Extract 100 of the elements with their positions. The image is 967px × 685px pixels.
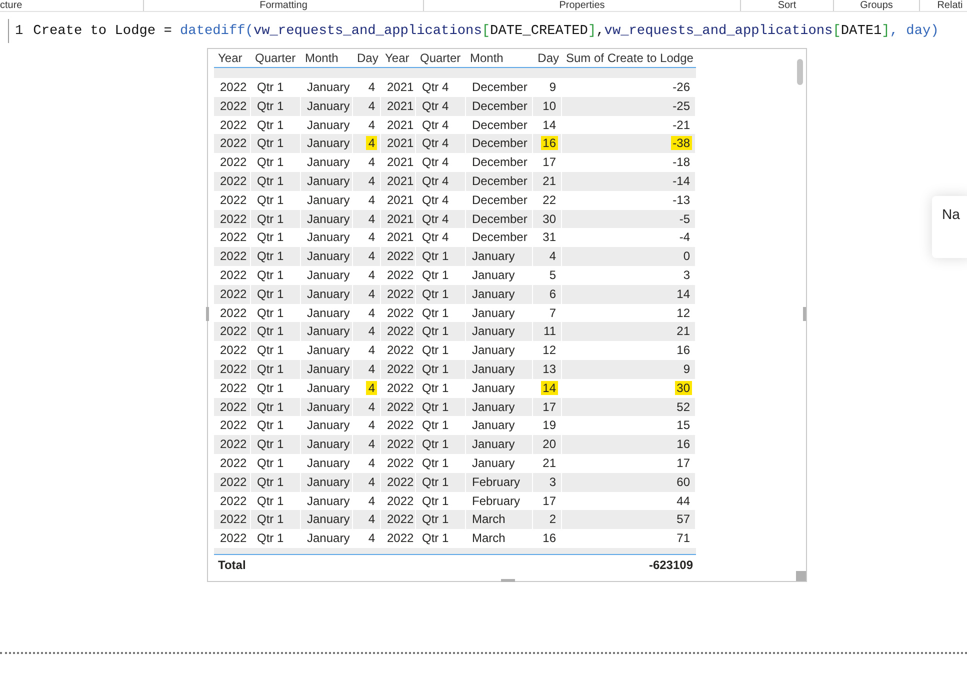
column-header[interactable]: Sum of Create to Lodge — [562, 49, 696, 67]
table-cell: Qtr 1 — [416, 472, 466, 492]
resize-handle[interactable] — [796, 571, 806, 581]
table-cell: 3 — [533, 472, 562, 492]
table-cell: 44 — [562, 492, 696, 510]
table-cell: -25 — [562, 96, 696, 116]
table-cell: 13 — [533, 360, 562, 379]
table-cell: January — [301, 492, 353, 510]
table-cell: 2022 — [381, 322, 416, 342]
table-cell: 52 — [562, 398, 696, 416]
table-cell: 2022 — [214, 134, 251, 154]
table-cell: Qtr 1 — [251, 472, 301, 492]
resize-handle[interactable] — [501, 579, 515, 582]
table-cell: 30 — [533, 210, 562, 228]
table-cell: 2022 — [381, 435, 416, 454]
table-cell: Qtr 1 — [416, 510, 466, 530]
table-cell: 4 — [533, 247, 562, 266]
table-cell: Qtr 1 — [251, 360, 301, 379]
table-cell: -14 — [562, 172, 696, 191]
table-cell: Qtr 1 — [251, 96, 301, 116]
resize-handle[interactable] — [803, 307, 806, 321]
table-cell: -21 — [562, 116, 696, 134]
table-cell: 0 — [562, 247, 696, 266]
table-cell: January — [301, 304, 353, 322]
table-cell: January — [301, 472, 353, 492]
table-cell: 16 — [533, 134, 562, 154]
table-cell: January — [301, 172, 353, 191]
table-cell: Qtr 1 — [251, 116, 301, 134]
ribbon-tab[interactable]: Sort — [778, 0, 796, 11]
table-cell: 6 — [533, 284, 562, 304]
ribbon-tab[interactable]: cture — [0, 0, 22, 11]
table-cell: January — [466, 360, 533, 379]
column-header[interactable]: Day — [353, 49, 381, 67]
column-header[interactable]: Quarter — [251, 49, 301, 67]
table-cell: 4 — [353, 304, 381, 322]
table-cell: 2022 — [214, 492, 251, 510]
table-cell: Qtr 4 — [416, 210, 466, 228]
table-cell: Qtr 1 — [416, 398, 466, 416]
card-text: Na — [942, 206, 960, 222]
table-cell: 2022 — [381, 472, 416, 492]
table-cell: Qtr 1 — [416, 360, 466, 379]
table-cell: 60 — [562, 472, 696, 492]
resize-handle[interactable] — [206, 307, 209, 321]
line-number: 1 — [15, 24, 24, 38]
table-cell: February — [466, 492, 533, 510]
table-cell: 2022 — [381, 304, 416, 322]
table-cell: 4 — [353, 96, 381, 116]
column-header[interactable]: Month — [466, 49, 533, 67]
table-cell: 4 — [353, 510, 381, 530]
table-cell: January — [301, 116, 353, 134]
table-cell: January — [466, 398, 533, 416]
table-cell: January — [301, 210, 353, 228]
table-cell: 2022 — [381, 247, 416, 266]
table-cell: January — [301, 284, 353, 304]
table-cell: Qtr 1 — [251, 492, 301, 510]
table-cell: 2022 — [214, 247, 251, 266]
table-cell: December — [466, 134, 533, 154]
table-cell: Qtr 4 — [416, 172, 466, 191]
table-cell: 2022 — [381, 360, 416, 379]
column-header[interactable]: Month — [301, 49, 353, 67]
table-cell: January — [466, 284, 533, 304]
ribbon-tab[interactable]: Groups — [860, 0, 893, 11]
total-label: Total — [217, 556, 247, 574]
table-cell: Qtr 1 — [251, 284, 301, 304]
scrollbar-thumb[interactable] — [797, 59, 803, 85]
table-cell: December — [466, 210, 533, 228]
table-cell: Qtr 4 — [416, 96, 466, 116]
table-cell: 2022 — [214, 472, 251, 492]
table-cell: Qtr 1 — [416, 284, 466, 304]
table-cell: December — [466, 116, 533, 134]
column-header[interactable]: Day — [533, 49, 562, 67]
table-cell: 4 — [353, 398, 381, 416]
ribbon-tab[interactable]: Relati — [937, 0, 963, 11]
table-cell: 4 — [353, 492, 381, 510]
table-cell: January — [301, 510, 353, 530]
table-cell: 2022 — [214, 284, 251, 304]
table-cell: 12 — [562, 304, 696, 322]
ribbon-tab[interactable]: Formatting — [260, 0, 308, 11]
table-cell: 4 — [353, 172, 381, 191]
table-cell: 2021 — [381, 134, 416, 154]
table-cell: Qtr 4 — [416, 134, 466, 154]
table-cell: 2022 — [214, 116, 251, 134]
table-visual[interactable] — [207, 48, 807, 582]
table-cell: 57 — [562, 510, 696, 530]
table-cell: 2022 — [214, 510, 251, 530]
table-cell: Qtr 1 — [416, 247, 466, 266]
table-cell: 2022 — [214, 398, 251, 416]
formula-bar[interactable]: 1 Create to Lodge = datediff(vw_requests_and_applications[DATE_CREATED],vw_requests_and_applications[DATE1], day) — [8, 19, 967, 43]
table-cell: Qtr 4 — [416, 116, 466, 134]
table-cell: 4 — [353, 210, 381, 228]
table-cell: Qtr 1 — [416, 322, 466, 342]
table-cell: 4 — [353, 435, 381, 454]
table-cell: January — [301, 398, 353, 416]
column-header[interactable]: Year — [214, 49, 251, 67]
column-header[interactable]: Year — [381, 49, 416, 67]
ribbon-tab[interactable]: Properties — [559, 0, 605, 11]
table-cell: 17 — [533, 492, 562, 510]
table-cell: 4 — [353, 472, 381, 492]
column-header[interactable]: Quarter — [416, 49, 466, 67]
table-cell: 2021 — [381, 116, 416, 134]
